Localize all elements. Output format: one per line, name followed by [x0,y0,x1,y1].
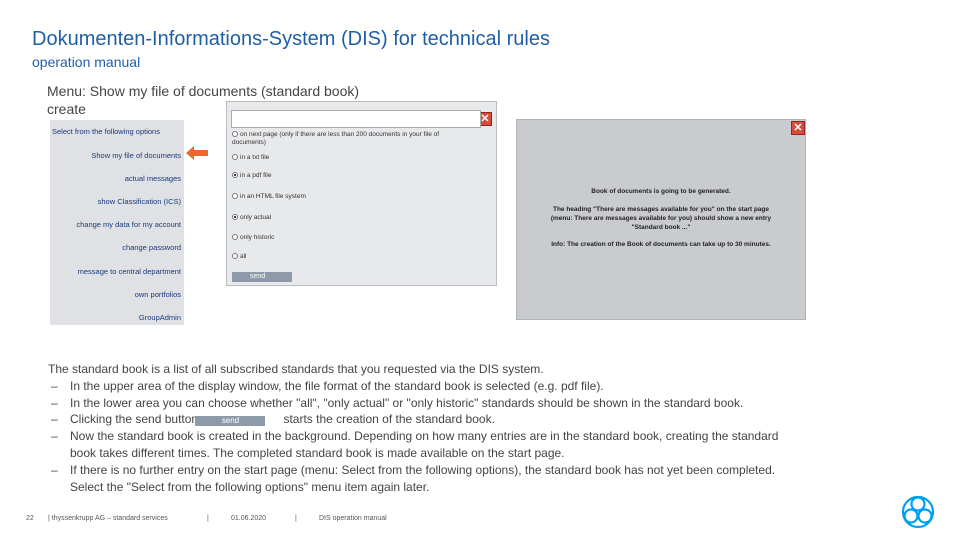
menu-item-change-data[interactable]: change my data for my account [76,220,181,229]
menu-item-own-portfolios[interactable]: own portfolios [135,290,181,299]
inline-send-button: send [195,416,266,427]
menu-item-message-central[interactable]: message to central department [78,267,181,276]
menu-caption-line1: Menu: Show my file of documents (standar… [47,83,360,99]
option-only-actual[interactable]: only actual [232,214,271,222]
bullet-dash: – [51,412,58,427]
bullet-dash: – [51,378,58,393]
radio-icon[interactable] [232,154,238,160]
page-title: Dokumenten-Informations-System (DIS) for… [32,28,550,50]
options-input-strip [231,110,481,128]
send-button[interactable]: send [232,272,292,282]
option-all[interactable]: all [232,253,247,261]
bullet-5: – If there is no further entry on the st… [51,462,776,477]
bullet-dash: – [51,462,58,477]
menu-panel: Select from the following options Show m… [50,120,184,325]
bullet-4-cont: book takes different times. The complete… [70,445,565,460]
notice-line-2: The heading "There are messages availabl… [552,206,770,213]
thyssenkrupp-logo-icon [901,495,935,529]
options-dialog: ✕ on next page (only if there are less t… [226,101,497,286]
radio-icon[interactable] [232,234,238,240]
notice-line-5: Info: The creation of the Book of docume… [551,241,771,248]
footer-date: 01.06.2020 [231,515,267,522]
menu-item-show-file[interactable]: Show my file of documents [91,151,181,160]
option-txt-file[interactable]: in a txt file [232,154,269,162]
notice-line-3: (menu: There are messages available for … [550,215,772,222]
arrow-left-icon [186,146,208,160]
page-subtitle: operation manual [32,54,141,70]
radio-icon[interactable] [232,193,238,199]
option-pdf-file[interactable]: in a pdf file [232,172,271,180]
menu-header: Select from the following options [52,127,160,136]
radio-icon[interactable] [232,172,238,178]
option-next-page[interactable]: on next page (only if there are less tha… [232,131,439,147]
footer-page-number: 22 [26,515,34,522]
bullet-dash: – [51,429,58,444]
notice-line-4: "Standard book ..." [631,224,691,231]
description: The standard book is a list of all subsc… [48,361,908,495]
radio-icon[interactable] [232,214,238,220]
footer-company: | thyssenkrupp AG – standard services [48,515,168,522]
radio-icon[interactable] [232,253,238,259]
notice-line-1: Book of documents is going to be generat… [591,188,731,195]
menu-item-change-password[interactable]: change password [122,243,181,252]
footer-doc-title: DIS operation manual [319,515,387,522]
option-html-file[interactable]: in an HTML file system [232,193,306,201]
bullet-4: – Now the standard book is created in th… [51,429,779,444]
close-icon[interactable]: ✕ [791,121,805,135]
bullet-1: – In the upper area of the display windo… [51,378,604,393]
menu-item-groupadmin[interactable]: GroupAdmin [139,313,181,322]
menu-item-classification[interactable]: show Classification (ICS) [98,197,181,206]
radio-icon[interactable] [232,131,238,137]
notice-dialog: ✕ Book of documents is going to be gener… [516,119,806,320]
bullet-dash: – [51,395,58,410]
footer-separator: | [207,515,209,522]
footer-separator: | [295,515,297,522]
option-only-historic[interactable]: only historic [232,234,274,242]
bullet-5-cont: Select the "Select from the following op… [70,479,430,494]
description-intro: The standard book is a list of all subsc… [48,362,544,376]
bullet-3: – Clicking the send button send starts th… [51,412,495,427]
bullet-2: – In the lower area you can choose wheth… [51,395,744,410]
menu-item-actual-messages[interactable]: actual messages [125,174,181,183]
